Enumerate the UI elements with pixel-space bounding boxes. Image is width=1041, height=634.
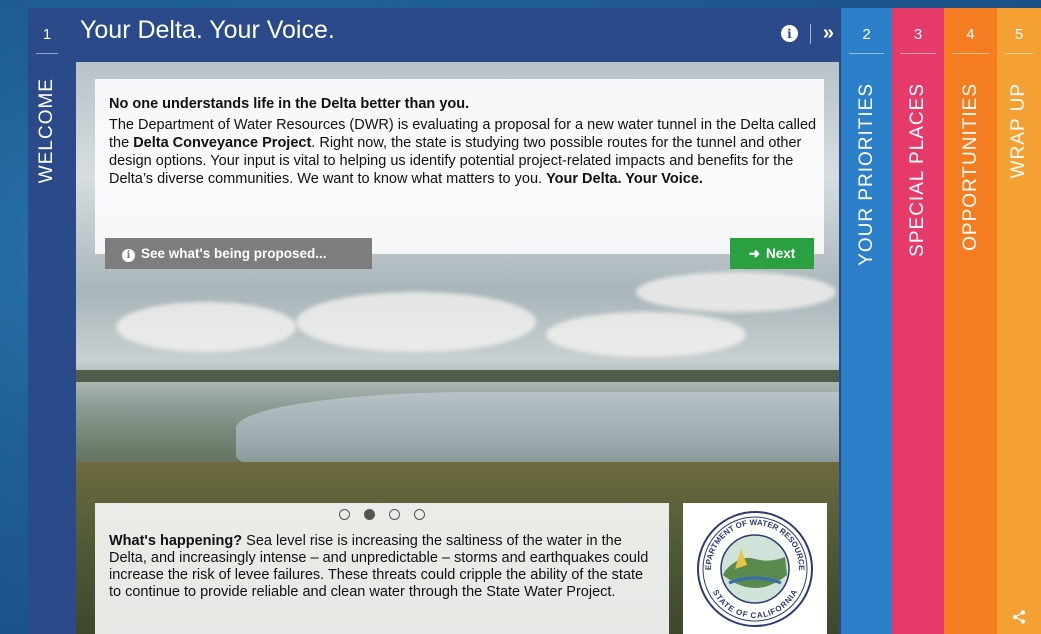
whats-happening-heading: What's happening? [109,533,243,549]
see-proposed-button[interactable]: i See what's being proposed... [105,238,372,269]
tab-number: 4 [966,26,975,43]
dwr-seal-card: DEPARTMENT OF WATER RESOURCES STATE OF C… [683,503,827,634]
info-icon[interactable]: i [780,25,798,42]
tab-number: 2 [862,26,871,43]
tab-your-priorities[interactable]: 2 YOUR PRIORITIES [841,8,892,634]
tab-label: OPPORTUNITIES [959,83,981,251]
arrow-right-icon: ➜ [748,245,761,261]
tab-opportunities[interactable]: 4 OPPORTUNITIES [944,8,997,634]
double-chevron-right-icon[interactable]: » [823,22,834,45]
tab-wrap-up[interactable]: 5 WRAP UP [997,8,1041,634]
tab-divider [952,53,989,54]
tab-number: 5 [1014,26,1024,43]
header-tools: i » [780,22,834,45]
welcome-tab-label: WELCOME [36,78,57,184]
whats-happening-text: What's happening? Sea level rise is incr… [109,533,659,601]
carousel-dot[interactable] [339,509,350,520]
whats-happening-card: What's happening? Sea level rise is incr… [95,503,669,634]
tab-number: 3 [913,26,923,43]
tab-divider [36,53,58,54]
tagline: Your Delta. Your Voice. [546,171,703,187]
tab-special-places[interactable]: 3 SPECIAL PLACES [892,8,944,634]
carousel-dots [95,509,669,520]
intro-card: No one understands life in the Delta bet… [95,79,824,254]
welcome-tab-number: 1 [42,26,52,43]
tab-divider [900,53,936,54]
welcome-tab[interactable]: 1 WELCOME [28,8,66,634]
tab-label: WRAP UP [1008,83,1029,179]
next-label: Next [766,246,796,261]
tab-divider [1005,53,1033,54]
next-button[interactable]: ➜ Next [730,238,814,269]
intro-body: The Department of Water Resources (DWR) … [109,116,821,188]
intro-heading: No one understands life in the Delta bet… [109,96,470,112]
carousel-dot[interactable] [414,509,425,520]
carousel-dot[interactable] [364,509,375,520]
welcome-panel: 1 WELCOME Your Delta. Your Voice. i » No… [28,8,841,634]
share-icon[interactable] [1012,610,1026,624]
tab-label: YOUR PRIORITIES [855,83,877,266]
header-divider [809,23,811,44]
project-name: Delta Conveyance Project [133,135,312,151]
story-map-frame: 1 WELCOME Your Delta. Your Voice. i » No… [28,8,1041,634]
carousel-dot[interactable] [389,509,400,520]
tab-divider [849,53,884,54]
page-title: Your Delta. Your Voice. [80,16,335,44]
tab-label: SPECIAL PLACES [907,83,928,257]
see-proposed-label: See what's being proposed... [141,246,327,261]
info-icon: i [122,246,135,262]
dwr-seal-logo: DEPARTMENT OF WATER RESOURCES STATE OF C… [695,509,813,627]
